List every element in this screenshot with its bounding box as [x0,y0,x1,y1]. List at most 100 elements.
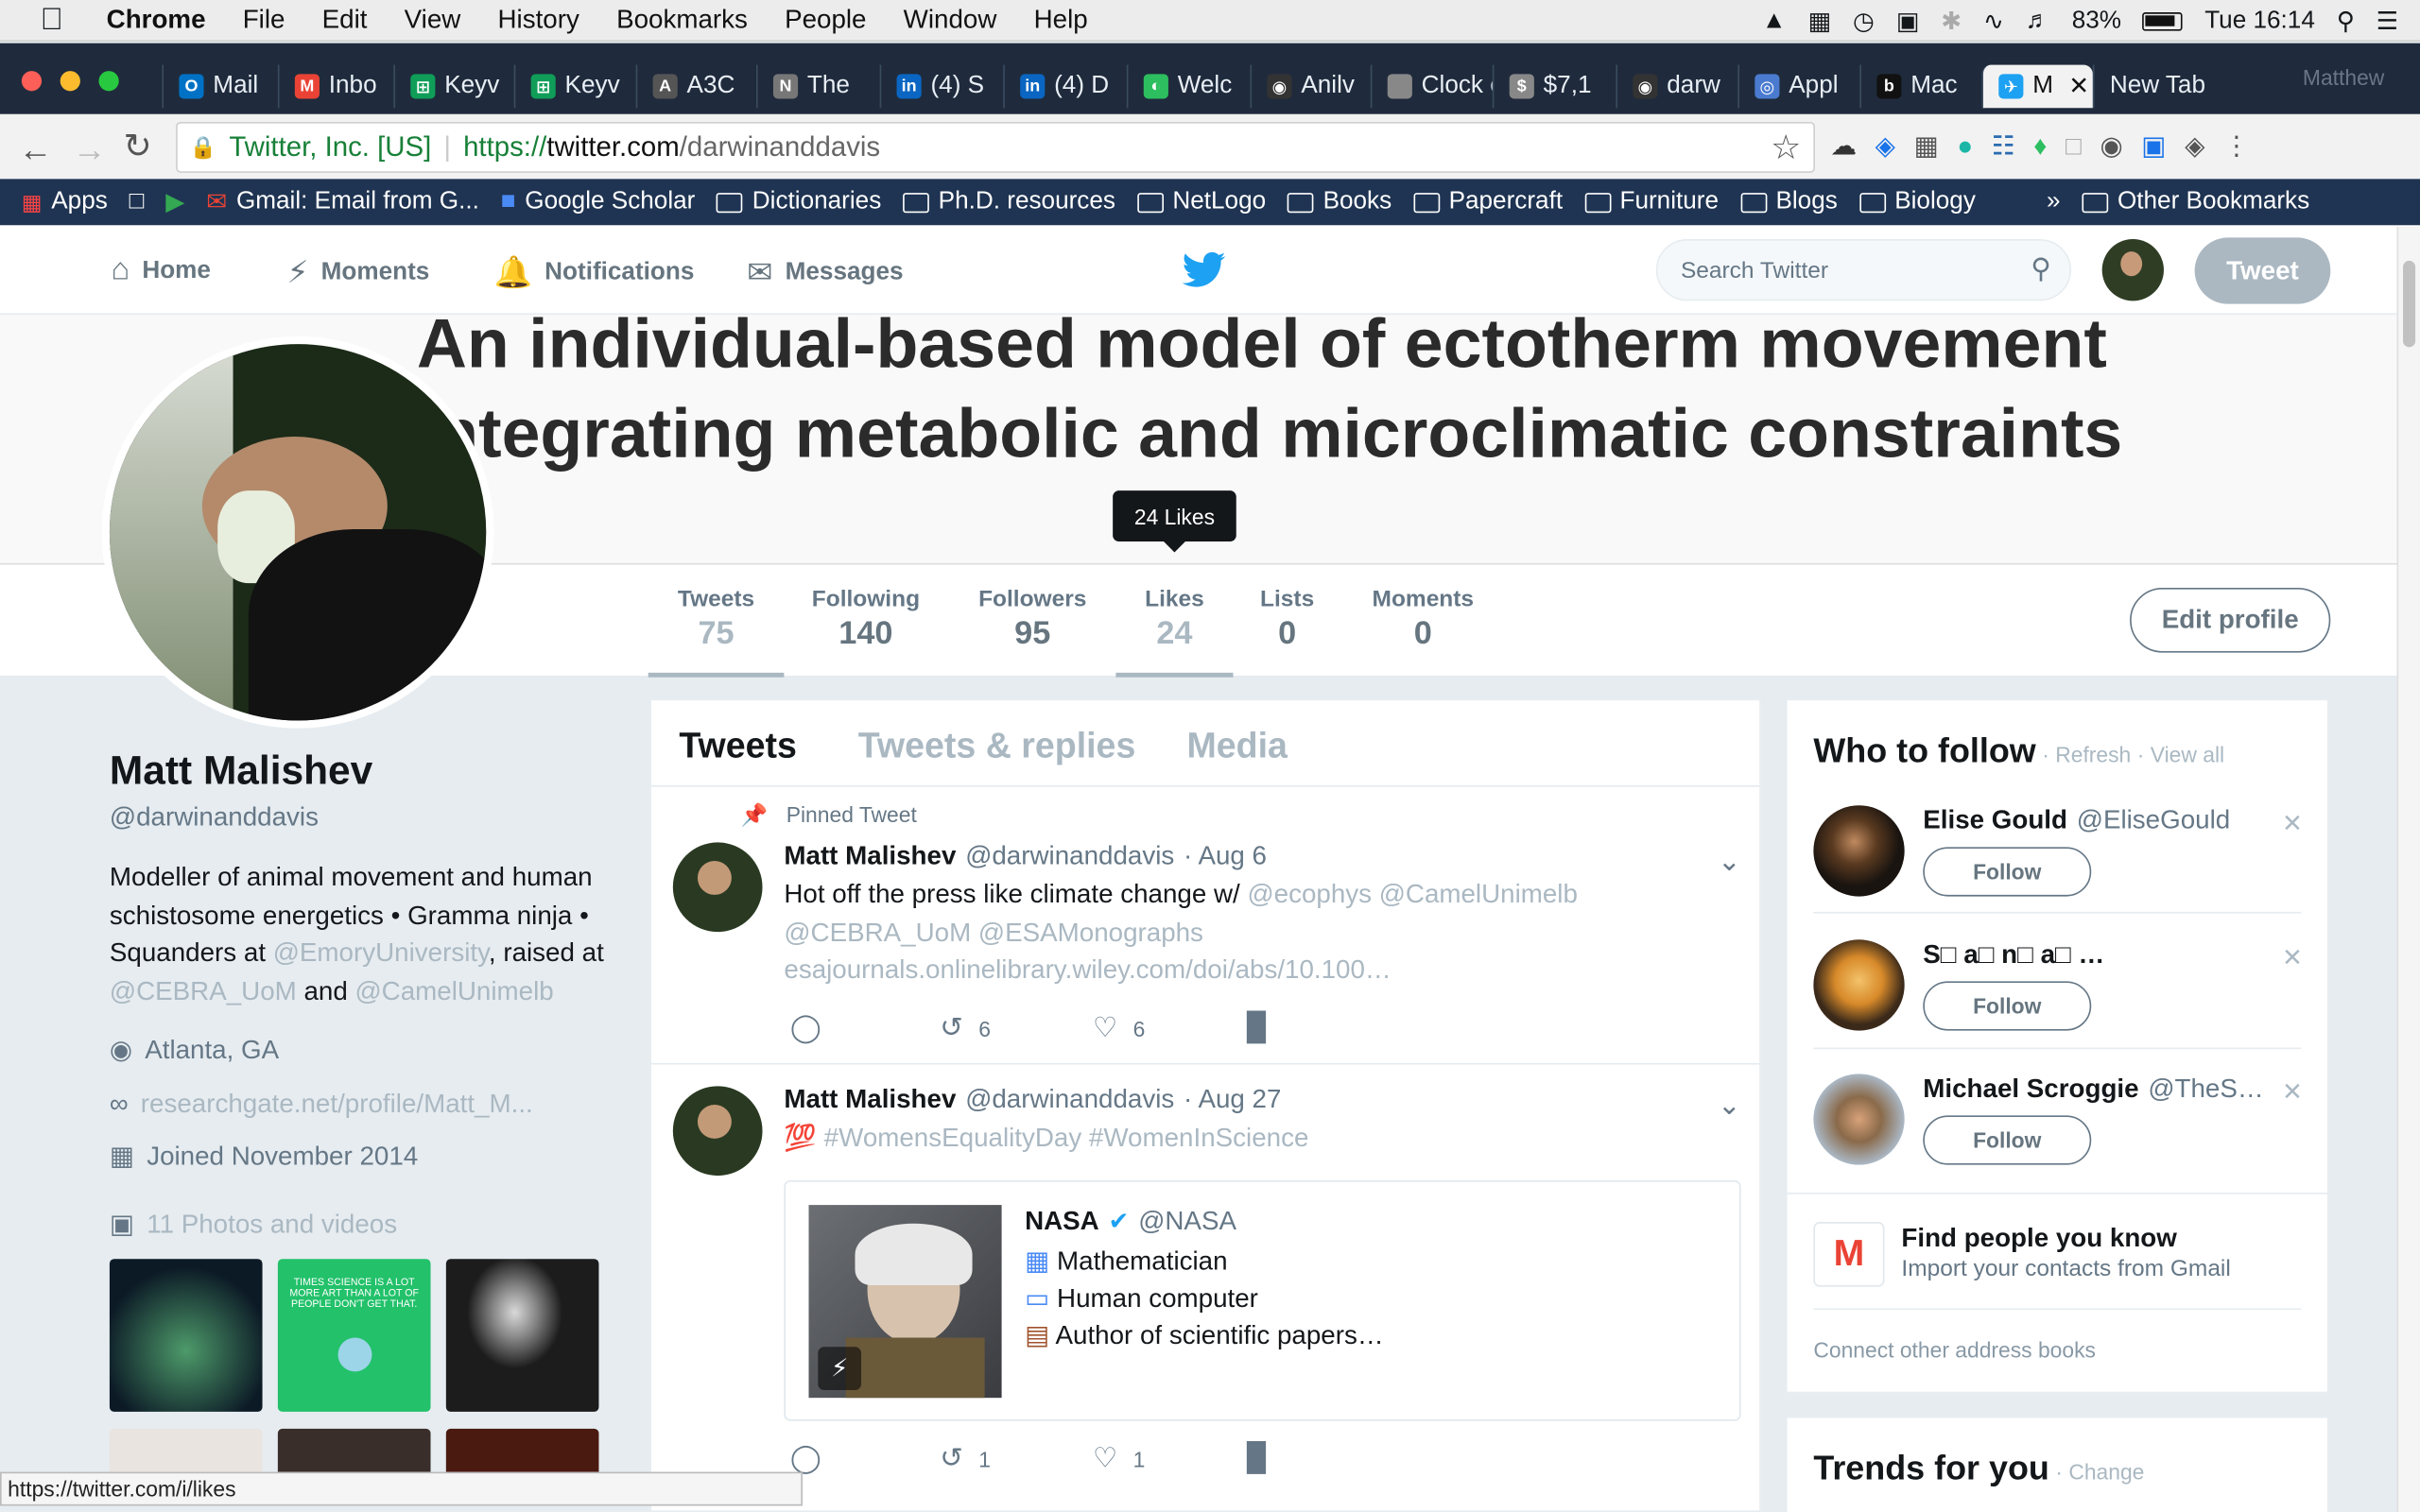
battery-percent[interactable]: 83% [2072,7,2121,34]
chevron-down-icon[interactable]: ⌄ [1718,1090,1741,1122]
stat-likes[interactable]: Likes 24 [1115,586,1234,678]
browser-tab[interactable]: $ $7,1 [1492,64,1616,109]
m-extension-icon[interactable]: ● [1957,131,1973,163]
bookmark-folder-biology[interactable]: Biology [1858,188,1976,215]
nav-home[interactable]: ⌂ Home [112,253,211,289]
stat-moments[interactable]: Moments 0 [1364,586,1481,652]
reply-action[interactable]: ◯ [790,1443,821,1475]
quote-handle[interactable]: @NASA [1138,1207,1236,1238]
menu-help[interactable]: Help [1034,5,1088,36]
lock-icon[interactable]: ▣ [1896,6,1920,37]
analytics-action[interactable]: ▉ [1247,1012,1269,1044]
follow-avatar[interactable] [1813,805,1905,897]
lightbulb-extension-icon[interactable]: ◉ [2100,131,2122,163]
nav-moments[interactable]: ⚡ Moments [287,253,430,292]
spotlight-search-icon[interactable]: ⚲ [2337,6,2355,37]
bookmark-star-icon[interactable]: ☆ [1771,129,1801,168]
tweet-avatar[interactable] [672,842,763,933]
photo-thumbnail[interactable] [109,1259,263,1412]
photos-label[interactable]: 11 Photos and videos [147,1210,397,1241]
bookmark-google-scholar[interactable]: ■ Google Scholar [501,188,696,215]
wtf-view-all-link[interactable]: · View all [2137,742,2224,766]
tweet-author[interactable]: Matt Malishev [784,1085,956,1116]
menu-app-name[interactable]: Chrome [107,5,206,36]
follow-user-handle[interactable]: @TheS… [2148,1074,2263,1105]
analytics-action[interactable]: ▉ [1247,1443,1269,1475]
reader-extension-icon[interactable]: ▦ [1914,131,1939,163]
browser-tab[interactable]: ⊞ Keyv [393,64,513,109]
time-machine-icon[interactable]: ◷ [1853,6,1875,37]
bookmark-gmail[interactable]: ✉ Gmail: Email from G... [206,187,479,218]
browser-tab[interactable]: ◐ Welc [1126,64,1251,109]
quote-image[interactable]: ⚡ [808,1205,1002,1399]
quote-author[interactable]: NASA [1025,1207,1099,1238]
bio-link-emory[interactable]: @EmoryUniversity [273,938,489,968]
reload-icon[interactable]: ↻ [124,127,152,166]
window-minimize-button[interactable] [60,71,80,92]
tab-close-icon[interactable]: ✕ [2068,71,2089,102]
follow-button[interactable]: Follow [1923,1115,2092,1165]
follow-user-handle[interactable]: @EliseGould [2077,805,2230,836]
tweet-handle[interactable]: @darwinanddavis [965,841,1174,872]
browser-tab[interactable]: O Mail [162,64,277,109]
nav-messages[interactable]: ✉ Messages [747,253,903,292]
like-action[interactable]: ♡ 1 [1093,1443,1145,1475]
tweet-item[interactable]: 📌 Pinned Tweet Matt Malishev @darwinanddav… [650,785,1763,1063]
search-input[interactable]: Search Twitter ⚲ [1655,239,2072,301]
clock[interactable]: Tue 16:14 [2204,7,2315,34]
tool-extension-icon[interactable]: □ [2066,131,2082,163]
find-people-title[interactable]: Find people you know [1901,1224,2176,1255]
profile-name-label[interactable]: Matthew [2303,65,2384,90]
apple-menu-icon[interactable]:  [40,2,62,38]
wtf-refresh-link[interactable]: · Refresh [2042,742,2131,766]
follow-avatar[interactable] [1813,939,1905,1031]
bookmark-folder-blogs[interactable]: Blogs [1739,188,1838,215]
browser-tab[interactable]: N The [755,64,880,109]
find-people-subtitle[interactable]: Import your contacts from Gmail [1901,1256,2230,1282]
follow-user-name[interactable]: Michael Scroggie [1923,1074,2138,1105]
tweet-item[interactable]: Matt Malishev @darwinanddavis · Aug 27 ⌄ 💯… [650,1062,1763,1512]
dropbox-icon[interactable]: ▲ [1762,7,1787,34]
browser-tab[interactable]: M Inbo [277,64,393,109]
dismiss-icon[interactable]: ✕ [2282,1077,2303,1108]
nav-notifications[interactable]: 🔔 Notifications [493,253,694,292]
search-icon[interactable]: ⚲ [2031,253,2051,285]
profile-avatar[interactable] [101,335,494,729]
browser-tab[interactable]: A A3C [635,64,756,109]
mendeley-extension-icon[interactable]: ◈ [1876,131,1895,163]
follow-button[interactable]: Follow [1923,847,2092,897]
gmail-icon[interactable]: M [1813,1222,1885,1287]
back-icon[interactable]: ← [19,129,53,169]
dismiss-icon[interactable]: ✕ [2282,809,2303,840]
shield-extension-icon[interactable]: ◈ [2185,131,2204,163]
wifi-icon[interactable]: ∿ [1983,6,2004,37]
chrome-menu-icon[interactable]: ⋮ [2223,131,2250,163]
calendar-extension-icon[interactable]: ▣ [2141,131,2166,163]
dismiss-icon[interactable]: ✕ [2282,943,2303,974]
translate-extension-icon[interactable]: ☷ [1992,131,2015,163]
retweet-action[interactable]: ↺ 1 [940,1443,991,1475]
browser-tab[interactable]: b Mac [1859,64,1981,109]
browser-tab[interactable]: ◎ Appl [1737,64,1859,109]
menu-history[interactable]: History [498,5,579,36]
user-avatar-small[interactable] [2101,239,2164,301]
bio-link-cebra[interactable]: @CEBRA_UoM [110,976,297,1005]
browser-tab[interactable]: ◉ darw [1616,64,1737,109]
stat-lists[interactable]: Lists 0 [1253,586,1322,652]
forward-icon[interactable]: → [73,129,107,169]
bookmark-folder-dictionaries[interactable]: Dictionaries [717,188,881,215]
quote-tweet-card[interactable]: ⚡ NASA ✔ @NASA ▦ Mathematician ▭ Human com… [784,1179,1741,1421]
stat-followers[interactable]: Followers 95 [973,586,1093,652]
tweet-button[interactable]: Tweet [2194,237,2331,304]
menu-bookmarks[interactable]: Bookmarks [616,5,748,36]
trends-change-link[interactable]: · Change [2055,1459,2144,1484]
follow-user-name[interactable]: Elise Gould [1923,805,2067,836]
bookmark-blank-page[interactable]: □ [130,188,145,215]
menu-edit[interactable]: Edit [322,5,368,36]
window-close-button[interactable] [21,71,43,92]
tweet-author[interactable]: Matt Malishev [784,841,956,872]
reply-action[interactable]: ◯ [790,1012,821,1044]
window-zoom-button[interactable] [98,71,119,92]
address-bar[interactable]: 🔒 Twitter, Inc. [US] | https:// twitter.… [176,121,1815,173]
menu-people[interactable]: People [785,5,866,36]
